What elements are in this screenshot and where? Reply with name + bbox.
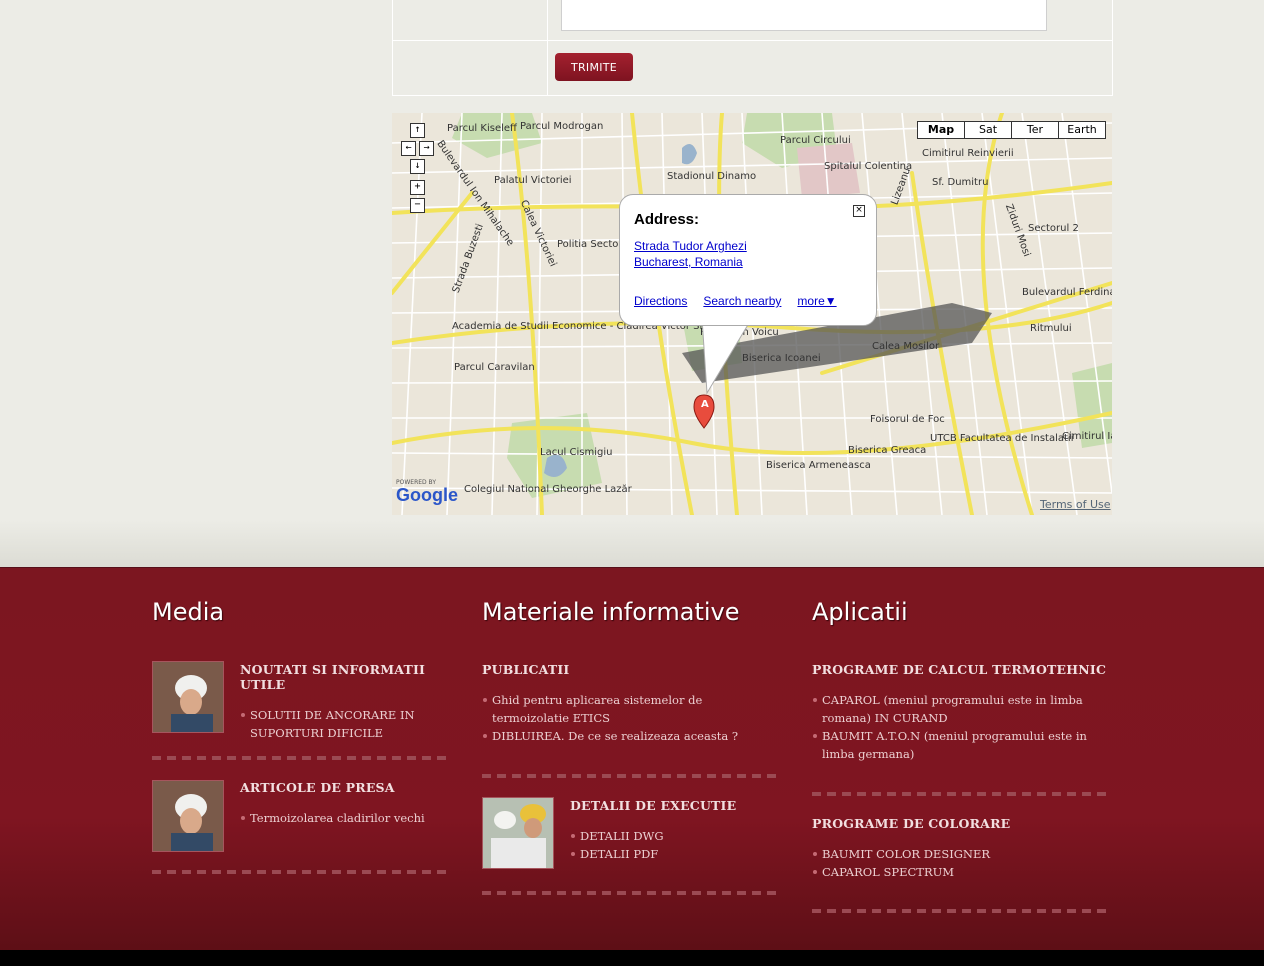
directions-link[interactable]: Directions: [634, 294, 687, 308]
map-type-satellite[interactable]: Sat: [964, 122, 1011, 138]
dashed-divider: [482, 891, 782, 895]
map-label: Sf. Dumitru: [932, 177, 989, 188]
content-area: TRIMITE Parcul Kiseleff Parcul Modrogan …: [0, 0, 1264, 567]
media-section: ARTICOLE DE PRESA Termoizolarea cladiril…: [240, 780, 455, 827]
materiale-section: PUBLICATII Ghid pentru aplicarea sisteme…: [482, 662, 782, 745]
map-marker-label[interactable]: A: [701, 399, 709, 410]
message-textarea[interactable]: [561, 0, 1047, 31]
submit-button[interactable]: TRIMITE: [555, 53, 633, 81]
map-type-earth[interactable]: Earth: [1058, 122, 1105, 138]
list-item[interactable]: Ghid pentru aplicarea sistemelor de term…: [482, 691, 782, 727]
column-heading: Media: [152, 598, 225, 626]
table-divider: [547, 0, 548, 96]
pan-down-button[interactable]: ↓: [410, 159, 425, 174]
pan-left-button[interactable]: ←: [401, 141, 416, 156]
map-label: Bulevardul Ferdinand I: [1022, 287, 1112, 298]
map-label: Cimitirul Reinvierii: [922, 148, 1014, 159]
zoom-out-button[interactable]: −: [410, 198, 425, 213]
list-item[interactable]: BAUMIT A.T.O.N (meniul programului este …: [812, 727, 1112, 763]
workers-photo[interactable]: [482, 797, 554, 869]
more-link[interactable]: more▼: [797, 294, 836, 308]
list-item[interactable]: CAPAROL SPECTRUM: [812, 863, 1112, 881]
search-nearby-link[interactable]: Search nearby: [703, 294, 781, 308]
list-item[interactable]: DIBLUIREA. De ce se realizeaza aceasta ?: [482, 727, 782, 745]
info-window-tail: [701, 318, 753, 395]
map-label: Sectorul 2: [1028, 223, 1079, 234]
google-logo-text[interactable]: Google: [396, 485, 458, 505]
map-label: Spitalul Colentina: [824, 161, 913, 172]
pan-right-button[interactable]: →: [419, 141, 434, 156]
map-label: Ritmului: [1030, 323, 1072, 334]
dashed-divider: [152, 870, 452, 874]
map-label: Parcul Circului: [780, 135, 851, 146]
map-label: Colegiul National Gheorghe Lazăr: [464, 484, 632, 495]
column-heading: Aplicatii: [812, 598, 908, 626]
section-title[interactable]: PUBLICATII: [482, 662, 782, 677]
list-item[interactable]: BAUMIT COLOR DESIGNER: [812, 845, 1112, 863]
table-divider: [393, 95, 1112, 96]
column-heading: Materiale informative: [482, 598, 740, 626]
map-label: Biserica Greaca: [848, 445, 927, 456]
pan-up-button[interactable]: ↑: [410, 123, 425, 138]
worker-photo[interactable]: [152, 661, 224, 733]
aplicatii-section: PROGRAME DE COLORARE BAUMIT COLOR DESIGN…: [812, 816, 1112, 881]
section-title[interactable]: NOUTATI SI INFORMATII UTILE: [240, 662, 455, 692]
zoom-in-button[interactable]: +: [410, 180, 425, 195]
list-item[interactable]: DETALII DWG: [570, 827, 785, 845]
map-type-terrain[interactable]: Ter: [1011, 122, 1058, 138]
section-title[interactable]: PROGRAME DE CALCUL TERMOTEHNIC: [812, 662, 1112, 677]
media-section: NOUTATI SI INFORMATII UTILE SOLUTII DE A…: [240, 662, 455, 742]
dashed-divider: [812, 909, 1112, 913]
address-line[interactable]: Bucharest, Romania: [634, 254, 747, 270]
info-window-links: Directions Search nearby more▼: [634, 294, 837, 308]
terms-of-use-link[interactable]: Terms of Use: [1040, 499, 1111, 510]
info-window-title: Address:: [634, 211, 700, 228]
info-window-address[interactable]: Strada Tudor Arghezi Bucharest, Romania: [634, 238, 747, 270]
dashed-divider: [812, 792, 1112, 796]
map-label: Calea Mosilor: [872, 341, 940, 352]
map-type-selector: Map Sat Ter Earth: [917, 121, 1106, 139]
map-label: Stadionul Dinamo: [667, 171, 757, 182]
list-item[interactable]: CAPAROL (meniul programului este in limb…: [812, 691, 1112, 727]
close-icon[interactable]: ×: [853, 205, 865, 217]
map-label: Parcul Modrogan: [520, 121, 604, 132]
dashed-divider: [152, 756, 452, 760]
dashed-divider: [482, 774, 782, 778]
map-label: Biserica Armeneasca: [766, 460, 871, 471]
map-label: Foisorul de Foc: [870, 414, 945, 425]
section-title[interactable]: DETALII DE EXECUTIE: [570, 798, 785, 813]
footer: Media NOUTATI SI INFORMATII UTILE SOLUTI…: [0, 567, 1264, 951]
worker-photo-image: [153, 662, 223, 732]
map-label: Palatul Victoriei: [494, 175, 572, 186]
google-map[interactable]: Parcul Kiseleff Parcul Modrogan Stadionu…: [392, 113, 1112, 515]
map-label: Parcul Kiseleff: [447, 123, 517, 134]
contact-form-table: TRIMITE: [392, 0, 1113, 96]
google-logo[interactable]: Google: [396, 485, 458, 506]
section-title[interactable]: PROGRAME DE COLORARE: [812, 816, 1112, 831]
list-item[interactable]: DETALII PDF: [570, 845, 785, 863]
address-line[interactable]: Strada Tudor Arghezi: [634, 238, 747, 254]
bottom-bar: [0, 950, 1264, 966]
worker-photo-image: [153, 781, 223, 851]
table-divider: [393, 40, 1112, 41]
list-item[interactable]: SOLUTII DE ANCORARE IN SUPORTURI DIFICIL…: [240, 706, 455, 742]
workers-photo-image: [483, 798, 553, 868]
map-label: Parcul Caravilan: [454, 362, 535, 373]
section-title[interactable]: ARTICOLE DE PRESA: [240, 780, 455, 795]
materiale-section: DETALII DE EXECUTIE DETALII DWG DETALII …: [570, 798, 785, 863]
aplicatii-section: PROGRAME DE CALCUL TERMOTEHNIC CAPAROL (…: [812, 662, 1112, 763]
map-label: Lacul Cismigiu: [540, 447, 613, 458]
list-item[interactable]: Termoizolarea cladirilor vechi: [240, 809, 455, 827]
map-type-map[interactable]: Map: [918, 122, 964, 138]
map-label: Cimitirul Iancu nou: [1062, 431, 1112, 442]
info-window: Address: Strada Tudor Arghezi Bucharest,…: [619, 194, 877, 326]
worker-photo[interactable]: [152, 780, 224, 852]
map-label: UTCB Facultatea de Instalatii: [930, 433, 1074, 444]
